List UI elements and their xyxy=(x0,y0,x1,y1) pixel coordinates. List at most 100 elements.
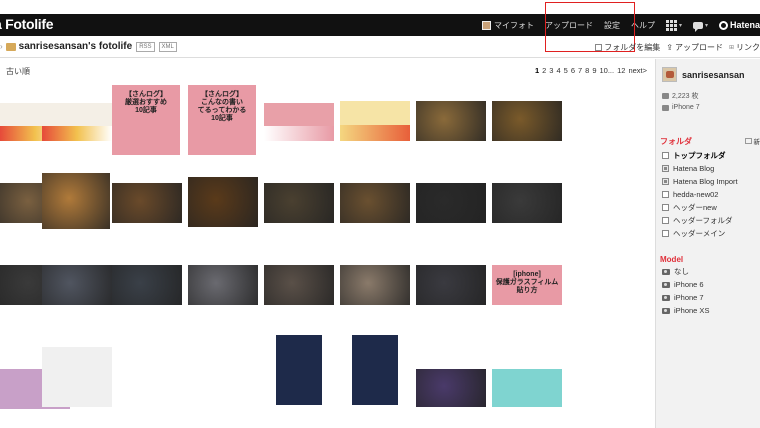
rss-badge[interactable]: RSS xyxy=(136,41,155,52)
photo-thumbnail[interactable] xyxy=(264,183,334,223)
photo-count: 2,223 枚 xyxy=(662,91,698,101)
model-label: iPhone 7 xyxy=(674,293,704,302)
photo-thumbnail[interactable]: [iphone] 保護ガラスフィルム 貼り方 xyxy=(492,265,562,305)
sort-order-link[interactable]: 古い順 xyxy=(6,66,30,77)
my-photo-link[interactable]: マイフォト xyxy=(481,20,534,31)
link-button[interactable]: ⊞ リンク xyxy=(729,42,760,53)
model-label: なし xyxy=(674,267,689,276)
photo-thumbnail[interactable] xyxy=(340,183,410,223)
edit-folder-button[interactable]: フォルダを編集 xyxy=(595,42,660,53)
help-link[interactable]: ヘルプ xyxy=(631,20,655,31)
hatena-logo-link[interactable]: Hatena xyxy=(718,20,760,30)
folder-item[interactable]: hedda-new02 xyxy=(662,188,738,201)
edit-folder-label: フォルダを編集 xyxy=(604,43,661,52)
photo-thumbnail[interactable] xyxy=(112,361,182,401)
global-nav: マイフォト アップロード 設定 ヘルプ ▾ ▾ Hatena xyxy=(471,14,760,36)
camera-icon xyxy=(662,307,670,314)
folder-item[interactable]: ヘッダーフォルダ xyxy=(662,214,738,227)
avatar xyxy=(662,67,677,82)
model-item[interactable]: なし xyxy=(662,265,709,278)
thumbnail-caption: [iphone] 保護ガラスフィルム 貼り方 xyxy=(495,271,559,295)
photo-thumbnail[interactable] xyxy=(188,361,258,401)
page-link[interactable]: 4 xyxy=(556,66,560,75)
photo-thumbnail[interactable]: 【さんログ】 厳選おすすめ 10記事 xyxy=(112,85,180,155)
photo-thumbnail[interactable] xyxy=(42,265,112,305)
device-info: iPhone 7 xyxy=(662,104,700,111)
folder-label: ヘッダーフォルダ xyxy=(673,216,733,225)
page-link[interactable]: 7 xyxy=(578,66,582,75)
page-link[interactable]: 3 xyxy=(549,66,553,75)
thumbnail-graphic xyxy=(42,125,112,141)
photo-thumbnail[interactable] xyxy=(352,335,398,405)
photo-thumbnail[interactable]: 【さんログ】 こんなの書い てるってわかる 10記事 xyxy=(188,85,256,155)
photo-thumbnail[interactable] xyxy=(492,101,562,141)
folder-item[interactable]: ヘッダーnew xyxy=(662,201,738,214)
link-label: リンク xyxy=(736,43,760,52)
page-link[interactable]: 2 xyxy=(542,66,546,75)
photo-thumbnail[interactable] xyxy=(416,369,486,407)
photo-thumbnail[interactable] xyxy=(42,103,112,141)
photo-thumbnail[interactable] xyxy=(340,265,410,305)
folder-label: hedda-new02 xyxy=(673,190,719,199)
model-item[interactable]: iPhone 6 xyxy=(662,278,709,291)
speech-bubble-icon xyxy=(692,21,703,32)
photo-thumbnail[interactable] xyxy=(42,347,112,407)
folder-icon xyxy=(662,165,669,172)
folder-item[interactable]: Hatena Blog Import xyxy=(662,175,738,188)
photo-thumbnail[interactable] xyxy=(264,103,334,141)
model-item[interactable]: iPhone 7 xyxy=(662,291,709,304)
model-item[interactable]: iPhone XS xyxy=(662,304,709,317)
upload-button-label: アップロード xyxy=(674,43,723,52)
page-link[interactable]: 8 xyxy=(585,66,589,75)
folder-icon xyxy=(662,230,669,237)
folder-item[interactable]: ヘッダーメイン xyxy=(662,227,738,240)
photo-thumbnail[interactable] xyxy=(276,335,322,405)
photo-thumbnail[interactable] xyxy=(340,101,410,141)
photo-thumbnail[interactable] xyxy=(42,173,110,229)
photo-thumbnail[interactable] xyxy=(492,369,562,407)
photo-thumbnail[interactable] xyxy=(416,183,486,223)
photo-thumbnail[interactable] xyxy=(492,183,562,223)
fotolife-logo[interactable]: a Fotolife xyxy=(0,16,54,32)
model-section-title: Model xyxy=(660,255,684,264)
upload-button[interactable]: ⇪ アップロード xyxy=(666,42,723,53)
folder-icon xyxy=(662,217,669,224)
apps-menu-button[interactable]: ▾ xyxy=(665,19,682,31)
page-link[interactable]: 10... xyxy=(600,66,615,75)
photo-thumbnail[interactable] xyxy=(112,183,182,223)
page-title[interactable]: sanrisesansan's fotolife xyxy=(19,41,133,52)
photo-thumbnail[interactable] xyxy=(264,265,334,305)
settings-link[interactable]: 設定 xyxy=(604,20,620,31)
folder-item[interactable]: トップフォルダ xyxy=(662,149,738,162)
folder-item[interactable]: Hatena Blog xyxy=(662,162,738,175)
xml-badge[interactable]: XML xyxy=(158,41,177,52)
page-link[interactable]: 9 xyxy=(592,66,596,75)
folder-icon xyxy=(5,42,16,51)
chevron-down-icon: ▾ xyxy=(678,22,682,29)
page-link[interactable]: 12 xyxy=(617,66,625,75)
page-link[interactable]: 6 xyxy=(571,66,575,75)
upload-link[interactable]: アップロード xyxy=(545,20,593,31)
photo-thumbnail[interactable] xyxy=(188,265,258,305)
photo-thumbnail[interactable] xyxy=(416,265,486,305)
page-link[interactable]: 1 xyxy=(535,66,539,75)
notifications-button[interactable]: ▾ xyxy=(692,21,708,32)
model-label: iPhone 6 xyxy=(674,280,704,289)
next-page-link[interactable]: next> xyxy=(628,66,647,75)
folder-label: ヘッダーnew xyxy=(673,203,717,212)
sidebar: sanrisesansan 2,223 枚 iPhone 7 フォルダ 新 トッ… xyxy=(655,59,760,428)
profile[interactable]: sanrisesansan xyxy=(662,67,745,82)
thumbnail-caption: 【さんログ】 厳選おすすめ 10記事 xyxy=(125,91,167,115)
photo-thumbnail[interactable] xyxy=(112,265,182,305)
photos-icon xyxy=(662,93,669,99)
new-folder-button[interactable]: 新 xyxy=(744,136,760,146)
photo-thumbnail[interactable] xyxy=(416,101,486,141)
folder-icon xyxy=(662,178,669,185)
username: sanrisesansan xyxy=(682,69,745,80)
folder-icon xyxy=(662,152,669,159)
page-link[interactable]: 5 xyxy=(564,66,568,75)
new-folder-icon xyxy=(744,138,752,144)
photo-thumbnail[interactable] xyxy=(188,177,258,227)
model-list: なし iPhone 6 iPhone 7 iPhone XS xyxy=(662,265,709,317)
folder-label: Hatena Blog Import xyxy=(673,177,738,186)
